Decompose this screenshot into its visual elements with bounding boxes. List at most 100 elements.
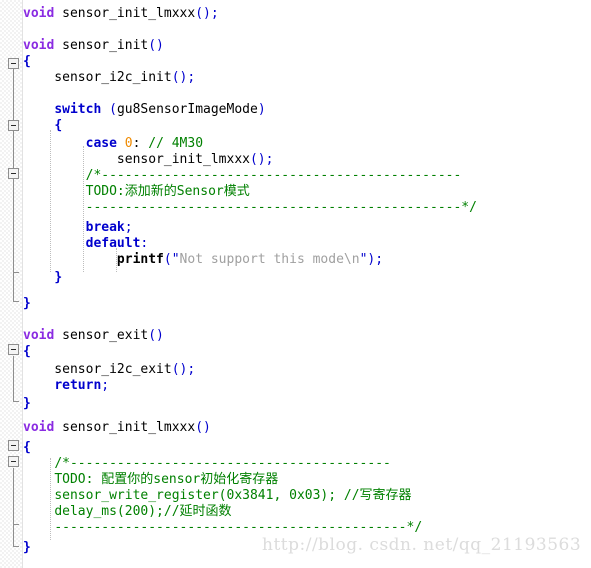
code-token-comment: TODO:添加新的Sensor模式: [85, 184, 250, 199]
code-line[interactable]: sensor_i2c_exit();: [23, 362, 195, 378]
indent-guide: [83, 146, 85, 272]
indent-guide: [50, 130, 52, 272]
code-token-ident: sensor_init_lmxxx: [23, 152, 250, 167]
code-token-ident: sensor_init_lmxxx: [54, 6, 196, 21]
code-token-punct: ();: [249, 152, 274, 167]
code-token-ident: sensor_init: [54, 38, 149, 53]
code-token-ident: [23, 236, 86, 251]
code-token-kw-ctrl: case: [85, 136, 117, 151]
code-token-punct: ();: [195, 6, 219, 21]
code-token-kw-ctrl: return: [54, 378, 102, 393]
fold-end-marker: [13, 301, 19, 302]
fold-connector-line: [13, 356, 14, 402]
code-line[interactable]: printf("Not support this mode\n");: [23, 252, 383, 268]
code-line[interactable]: void sensor_exit(): [23, 328, 164, 344]
code-token-punct: ();: [171, 70, 196, 85]
code-token-ident: sensor_init_lmxxx: [54, 420, 196, 435]
fold-marker-switch-block[interactable]: [8, 120, 19, 131]
code-token-brace: {: [23, 440, 31, 455]
code-line[interactable]: delay_ms(200);//延时函数: [23, 504, 232, 520]
code-line[interactable]: switch (gu8SensorImageMode): [23, 102, 266, 118]
code-line[interactable]: ----------------------------------------…: [23, 200, 477, 216]
code-token-brace: }: [23, 296, 31, 311]
code-token-ident: [23, 270, 54, 285]
code-token-punct: (): [148, 328, 164, 343]
code-token-ident: [23, 168, 86, 183]
code-token-ident: gu8SensorImageMode: [116, 102, 258, 117]
code-line[interactable]: }: [23, 396, 31, 412]
code-token-comment: delay_ms(200);//延时函数: [54, 504, 232, 519]
code-token-str: Not support this mode\n: [179, 252, 360, 267]
indent-guide: [116, 248, 118, 272]
code-token-brace: }: [54, 270, 63, 285]
code-token-ident: sensor_i2c_init: [23, 70, 172, 85]
code-token-kw-ctrl: default: [85, 236, 141, 251]
code-line[interactable]: break;: [23, 220, 133, 236]
code-token-kw-ctrl: switch: [54, 102, 102, 117]
fold-connector-line: [13, 66, 14, 302]
code-line[interactable]: /*--------------------------------------…: [23, 456, 391, 472]
code-token-punct: ();: [171, 362, 196, 377]
code-folding-gutter[interactable]: [0, 0, 23, 568]
code-token-num: 0: [124, 136, 133, 151]
code-line[interactable]: /*--------------------------------------…: [23, 168, 462, 184]
code-token-ident: [117, 136, 125, 151]
code-token-brace: {: [54, 118, 63, 133]
code-token-ident: [23, 252, 117, 267]
code-token-ident: [23, 136, 86, 151]
fold-end-marker: [13, 401, 19, 402]
code-token-comment: TODO: 配置你的sensor初始化寄存器: [54, 472, 279, 487]
indent-guide: [50, 458, 52, 540]
code-token-comment: ----------------------------------------…: [85, 200, 477, 215]
fold-connector-line: [13, 468, 14, 546]
code-line[interactable]: void sensor_init_lmxxx();: [23, 6, 219, 22]
fold-end-marker: [13, 546, 19, 547]
code-token-ident: [23, 220, 86, 235]
code-token-punct: (": [163, 252, 180, 267]
code-line[interactable]: {: [23, 118, 62, 134]
code-line[interactable]: sensor_write_register(0x3841, 0x03); //写…: [23, 488, 411, 504]
fold-marker-case-comment[interactable]: [8, 168, 19, 179]
code-token-kw-type: void: [23, 328, 55, 343]
code-token-punct: (: [101, 102, 117, 117]
code-token-punct: (): [148, 38, 164, 53]
code-token-kw-ctrl: break: [85, 220, 125, 235]
code-token-ident: [23, 200, 86, 215]
code-line[interactable]: {: [23, 344, 31, 360]
fold-marker-register-comment[interactable]: [8, 456, 19, 467]
code-token-ident: sensor_i2c_exit: [23, 362, 172, 377]
code-line[interactable]: sensor_init_lmxxx();: [23, 152, 274, 168]
code-line[interactable]: ----------------------------------------…: [23, 520, 422, 536]
code-token-ident: [23, 102, 54, 117]
code-token-ident: :: [132, 136, 149, 151]
fold-marker-sensor-init[interactable]: [8, 58, 19, 69]
fold-marker-sensor-exit[interactable]: [8, 344, 19, 355]
code-line[interactable]: TODO:添加新的Sensor模式: [23, 184, 250, 200]
code-token-punct: (): [195, 420, 211, 435]
code-line[interactable]: TODO: 配置你的sensor初始化寄存器: [23, 472, 278, 488]
code-token-ident: [23, 378, 54, 393]
code-line[interactable]: default:: [23, 236, 149, 252]
code-line[interactable]: sensor_i2c_init();: [23, 70, 195, 86]
code-token-punct: :: [140, 236, 149, 251]
code-line[interactable]: }: [23, 540, 31, 556]
fold-marker-sensor-init-lmxxx[interactable]: [8, 440, 19, 451]
code-token-punct: ;: [101, 378, 110, 393]
code-line[interactable]: {: [23, 440, 31, 456]
code-token-comment: /*--------------------------------------…: [85, 168, 462, 183]
code-line[interactable]: {: [23, 54, 31, 70]
code-line[interactable]: void sensor_init(): [23, 38, 164, 54]
code-token-brace: {: [23, 54, 31, 69]
code-token-punct: ): [257, 102, 266, 117]
code-line[interactable]: void sensor_init_lmxxx(): [23, 420, 211, 436]
code-editor: void sensor_init_lmxxx(); void sensor_ini…: [0, 0, 591, 568]
code-token-comment: /*--------------------------------------…: [54, 456, 391, 471]
code-line[interactable]: }: [23, 296, 31, 312]
fold-end-marker: [13, 272, 19, 273]
code-token-kw-type: void: [23, 6, 55, 21]
code-line[interactable]: return;: [23, 378, 109, 394]
code-surface[interactable]: void sensor_init_lmxxx(); void sensor_ini…: [23, 0, 591, 568]
code-token-punct: ;: [124, 220, 133, 235]
code-token-brace: {: [23, 344, 31, 359]
code-line[interactable]: }: [23, 270, 62, 286]
